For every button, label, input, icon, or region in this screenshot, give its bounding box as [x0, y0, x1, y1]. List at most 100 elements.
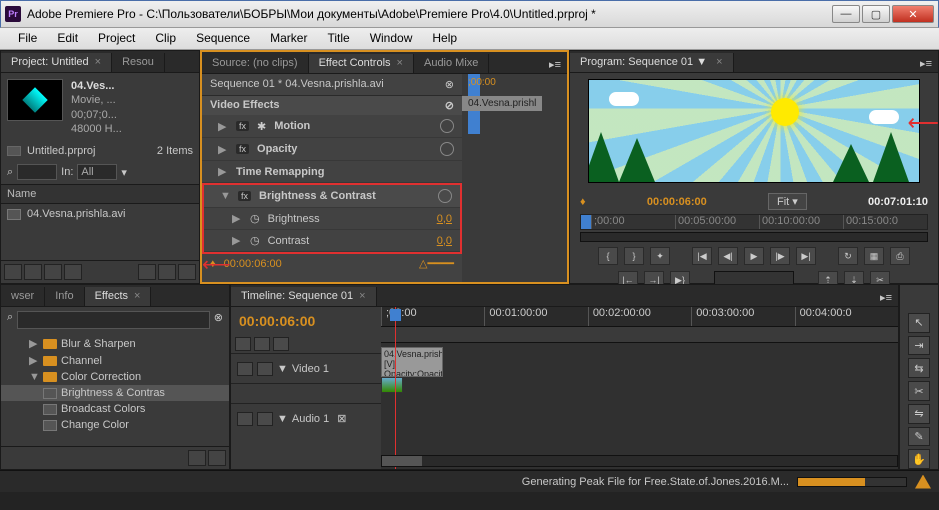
menu-help[interactable]: Help [422, 28, 467, 49]
link-button[interactable] [273, 337, 289, 351]
video-effects-section[interactable]: Video Effects ⊘ [202, 96, 462, 115]
export-frame-button[interactable]: ⎙ [890, 247, 910, 265]
tab-effect-controls[interactable]: Effect Controls× [309, 54, 414, 73]
find-button[interactable] [64, 264, 82, 280]
new-bin-button[interactable] [188, 450, 206, 466]
eye-icon[interactable] [237, 362, 253, 376]
razor-tool[interactable]: ✂ [908, 381, 930, 401]
lock-icon[interactable] [257, 362, 273, 376]
loop-button[interactable]: ↻ [838, 247, 858, 265]
lock-icon[interactable] [257, 412, 273, 426]
param-brightness[interactable]: ▶ ◷ Brightness 0,0 [204, 208, 460, 230]
jog-slider[interactable] [714, 271, 794, 285]
tab-source[interactable]: Source: (no clips) [202, 54, 309, 73]
twirl-icon[interactable]: ▶ [218, 165, 228, 178]
effect-row-brightness-contrast[interactable]: ▼ fx Brightness & Contrast [204, 185, 460, 208]
tree-item-brightness-contrast[interactable]: Brightness & Contras [1, 385, 229, 401]
timeline-tracks[interactable]: ;00:00 00:01:00:00 00:02:00:00 00:03:00:… [381, 307, 898, 469]
reset-icon[interactable] [440, 142, 454, 156]
timeline-timecode[interactable]: 00:00:06:00 [231, 307, 381, 335]
list-view-button[interactable] [4, 264, 22, 280]
speaker-icon[interactable] [237, 412, 253, 426]
snap-button[interactable] [235, 337, 251, 351]
menu-window[interactable]: Window [360, 28, 423, 49]
safe-margins-button[interactable]: ▦ [864, 247, 884, 265]
effect-row-time-remapping[interactable]: ▶ Time Remapping [202, 161, 462, 183]
slip-tool[interactable]: ⇋ [908, 404, 930, 424]
marker-button[interactable] [254, 337, 270, 351]
menu-title[interactable]: Title [317, 28, 359, 49]
twirl-icon[interactable]: ▶ [218, 143, 228, 156]
param-value[interactable]: 0,0 [437, 213, 452, 225]
video-clip[interactable]: 04.Vesna.prishla.avi [V] Opacity:Opacity… [381, 347, 443, 377]
new-bin-button[interactable] [138, 264, 156, 280]
new-item-button[interactable] [158, 264, 176, 280]
menu-marker[interactable]: Marker [260, 28, 317, 49]
selection-tool[interactable]: ↖ [908, 313, 930, 333]
chevron-icon[interactable]: ⊗ [445, 78, 454, 91]
program-ruler[interactable]: ;00:00 00:05:00:00 00:10:00:00 00:15:00:… [580, 214, 928, 230]
search-scope[interactable] [77, 164, 117, 180]
set-marker-button[interactable]: ✦ [650, 247, 670, 265]
icon-view-button[interactable] [24, 264, 42, 280]
tree-folder-blur[interactable]: ▶Blur & Sharpen [1, 335, 229, 352]
zoom-fit-select[interactable]: Fit ▾ [768, 193, 807, 210]
video-track-header[interactable]: ▼Video 1 [231, 353, 381, 383]
mark-in-button[interactable]: { [598, 247, 618, 265]
stopwatch-icon[interactable]: ◷ [250, 234, 260, 247]
close-icon[interactable]: × [716, 56, 722, 68]
list-item[interactable]: 04.Vesna.prishla.avi [1, 204, 199, 224]
menu-project[interactable]: Project [88, 28, 145, 49]
zoom-slider[interactable]: △━━━━ [419, 257, 454, 270]
warning-icon[interactable] [915, 475, 931, 489]
timeline-scrubber[interactable] [580, 232, 928, 242]
delete-button[interactable] [178, 264, 196, 280]
target-icon[interactable]: ✱ [257, 120, 266, 133]
maximize-button[interactable]: ▢ [862, 5, 890, 23]
search-icon[interactable]: ⌕ [7, 166, 13, 179]
goto-in-button[interactable]: |◀ [692, 247, 712, 265]
effects-search-input[interactable] [17, 311, 210, 329]
panel-menu-icon[interactable]: ▸≡ [914, 55, 938, 72]
reset-icon[interactable] [438, 189, 452, 203]
work-area-bar[interactable] [381, 327, 898, 343]
minimize-button[interactable]: — [832, 5, 860, 23]
menu-edit[interactable]: Edit [47, 28, 88, 49]
pen-tool[interactable]: ✎ [908, 427, 930, 447]
tab-project[interactable]: Project: Untitled× [1, 53, 112, 72]
effect-row-opacity[interactable]: ▶ fx Opacity [202, 138, 462, 161]
program-viewport[interactable] [588, 79, 920, 183]
dropdown-icon[interactable]: ▼ [696, 56, 707, 68]
tree-folder-channel[interactable]: ▶Channel [1, 352, 229, 369]
playhead[interactable] [395, 307, 396, 469]
delete-button[interactable] [208, 450, 226, 466]
tab-info[interactable]: Info [45, 287, 84, 306]
step-forward-button[interactable]: |▶ [770, 247, 790, 265]
current-timecode[interactable]: 00:00:06:00 [647, 196, 707, 208]
stopwatch-icon[interactable]: ◷ [250, 212, 260, 225]
mark-out-button[interactable]: } [624, 247, 644, 265]
effect-row-motion[interactable]: ▶ fx ✱ Motion [202, 115, 462, 138]
menu-file[interactable]: File [8, 28, 47, 49]
tab-browser[interactable]: wser [1, 287, 45, 306]
twirl-icon[interactable]: ▶ [232, 212, 242, 225]
tab-effects[interactable]: Effects× [85, 287, 152, 306]
fx-badge[interactable]: fx [236, 144, 249, 154]
hand-tool[interactable]: ✋ [908, 449, 930, 469]
close-icon[interactable]: × [397, 57, 403, 69]
column-header-name[interactable]: Name [1, 184, 199, 204]
param-value[interactable]: 0,0 [437, 235, 452, 247]
search-input[interactable] [17, 164, 57, 180]
tree-folder-color-correction[interactable]: ▼Color Correction [1, 369, 229, 385]
tab-resources[interactable]: Resou [112, 53, 165, 72]
tree-item-broadcast-colors[interactable]: Broadcast Colors [1, 401, 229, 417]
tab-program[interactable]: Program: Sequence 01 ▼ × [570, 53, 734, 72]
twirl-icon[interactable]: ▼ [220, 190, 230, 202]
timeline-ruler[interactable]: ;00:00 00:01:00:00 00:02:00:00 00:03:00:… [381, 307, 898, 327]
step-back-button[interactable]: ◀| [718, 247, 738, 265]
ripple-edit-tool[interactable]: ⇆ [908, 358, 930, 378]
twirl-icon[interactable]: ▶ [232, 234, 242, 247]
close-icon[interactable]: × [95, 56, 101, 68]
playhead[interactable] [581, 215, 591, 229]
collapse-icon[interactable]: ⊘ [445, 99, 454, 112]
